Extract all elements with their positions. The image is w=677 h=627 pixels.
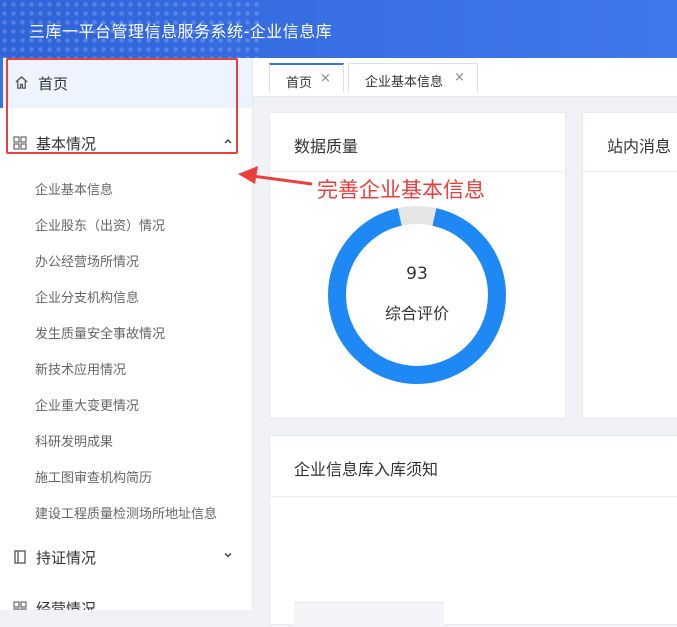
sidebar-group-label: 经营情况 (36, 600, 97, 610)
tab-home[interactable]: 首页 × (269, 63, 344, 92)
close-icon[interactable]: × (454, 70, 465, 85)
sidebar-subitem-branches[interactable]: 企业分支机构信息 (35, 287, 139, 306)
score-label: 综合评价 (384, 304, 449, 323)
annotation-arrow-icon (238, 166, 313, 186)
card-title: 站内消息 (607, 137, 672, 156)
annotation-text: 完善企业基本信息 (317, 178, 485, 202)
tab-bar: 首页 × 企业基本信息 × (253, 58, 677, 97)
book-icon (14, 550, 26, 564)
ring-arc (328, 206, 506, 384)
sidebar-group-operations[interactable]: 经营情况 (0, 587, 252, 610)
card-header: 企业信息库入库须知 (270, 436, 677, 497)
score-ring (328, 206, 506, 384)
grid-icon (13, 601, 27, 610)
sidebar-group-certificates[interactable]: 持证情况 (0, 536, 252, 580)
card-title: 数据质量 (294, 137, 359, 156)
sidebar-subitem-review-agency[interactable]: 施工图审查机构简历 (35, 467, 152, 486)
sidebar-subitem-testing-site[interactable]: 建设工程质量检测场所地址信息 (35, 503, 217, 522)
sidebar-subitem-office[interactable]: 办公经营场所情况 (35, 251, 139, 270)
tab-company-info[interactable]: 企业基本信息 × (348, 63, 478, 92)
sidebar-group-label: 持证情况 (36, 549, 97, 567)
tab-label: 企业基本信息 (365, 75, 444, 90)
sidebar-subitem-shareholders[interactable]: 企业股东（出资）情况 (35, 215, 165, 234)
sidebar-subitem-company-info[interactable]: 企业基本信息 (35, 179, 113, 198)
card-title: 企业信息库入库须知 (294, 460, 439, 479)
card-notice: 企业信息库入库须知 (269, 435, 677, 627)
sidebar-subitem-accidents[interactable]: 发生质量安全事故情况 (35, 323, 165, 342)
app-title: 三库一平台管理信息服务系统-企业信息库 (29, 22, 333, 41)
highlight-box (6, 58, 238, 154)
close-icon[interactable]: × (320, 71, 331, 86)
card-header: 站内消息 (583, 113, 677, 172)
table-header-stub (294, 602, 444, 627)
score-value: 93 (406, 264, 428, 284)
tab-label: 首页 (286, 76, 313, 91)
sidebar-subitem-major-changes[interactable]: 企业重大变更情况 (35, 395, 139, 414)
sidebar-subitem-research[interactable]: 科研发明成果 (35, 431, 113, 450)
app-header: 三库一平台管理信息服务系统-企业信息库 (0, 0, 677, 58)
sidebar-subitem-new-tech[interactable]: 新技术应用情况 (35, 359, 126, 378)
card-messages: 站内消息 (582, 112, 677, 419)
chevron-down-icon (224, 552, 232, 558)
